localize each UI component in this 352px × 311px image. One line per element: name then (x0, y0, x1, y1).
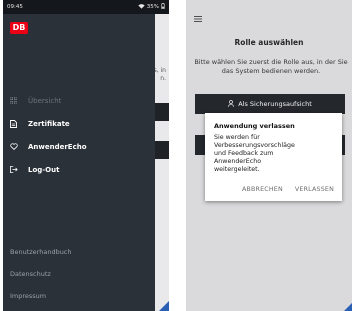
battery-icon (161, 3, 165, 11)
wifi-icon (138, 3, 145, 11)
corner-accent (159, 301, 169, 311)
navigation-drawer: DB Übersicht Zertifikate AnwenderEcho Lo… (3, 0, 155, 311)
role-screen: Rolle auswählen Bitte wählen Sie zuerst … (186, 0, 352, 311)
db-logo: DB (10, 22, 28, 34)
menu-item-anwenderecho[interactable]: AnwenderEcho (10, 135, 150, 158)
heart-icon (10, 143, 24, 150)
menu-item-label: Log-Out (28, 165, 60, 174)
menu-item-label: Zertifikate (28, 119, 70, 128)
footer-link-datenschutz[interactable]: Datenschutz (10, 263, 72, 285)
background-text: s, in n. (153, 67, 166, 82)
drawer-menu: Übersicht Zertifikate AnwenderEcho Log-O… (10, 89, 150, 181)
dialog-title: Anwendung verlassen (214, 122, 295, 130)
footer-link-impressum[interactable]: Impressum (10, 285, 72, 307)
cancel-button[interactable]: ABBRECHEN (242, 186, 283, 193)
battery-level: 35% (146, 4, 159, 10)
dialog-actions: ABBRECHEN VERLASSEN (242, 186, 334, 193)
status-bar: 09:45 35% (3, 0, 169, 14)
menu-item-label: AnwenderEcho (28, 142, 87, 151)
menu-item-zertifikate[interactable]: Zertifikate (10, 112, 150, 135)
leave-app-dialog: Anwendung verlassen Sie werden für Verbe… (205, 113, 342, 201)
menu-item-logout[interactable]: Log-Out (10, 158, 150, 181)
menu-item-uebersicht[interactable]: Übersicht (10, 89, 150, 112)
left-screen: s, in n. DB Übersicht Zertifikate Anwend… (3, 0, 169, 311)
dialog-message: Sie werden für Verbesserungsvorschläge u… (214, 134, 295, 173)
grid-icon (10, 97, 24, 104)
logout-icon (10, 166, 24, 173)
status-time: 09:45 (7, 4, 23, 10)
right-screen: Rolle auswählen Bitte wählen Sie zuerst … (186, 0, 352, 311)
footer-link-benutzerhandbuch[interactable]: Benutzerhandbuch (10, 241, 72, 263)
drawer-footer: Benutzerhandbuch Datenschutz Impressum (10, 241, 72, 307)
certificate-icon (10, 119, 24, 128)
menu-item-label: Übersicht (28, 96, 62, 105)
leave-button[interactable]: VERLASSEN (295, 186, 334, 193)
